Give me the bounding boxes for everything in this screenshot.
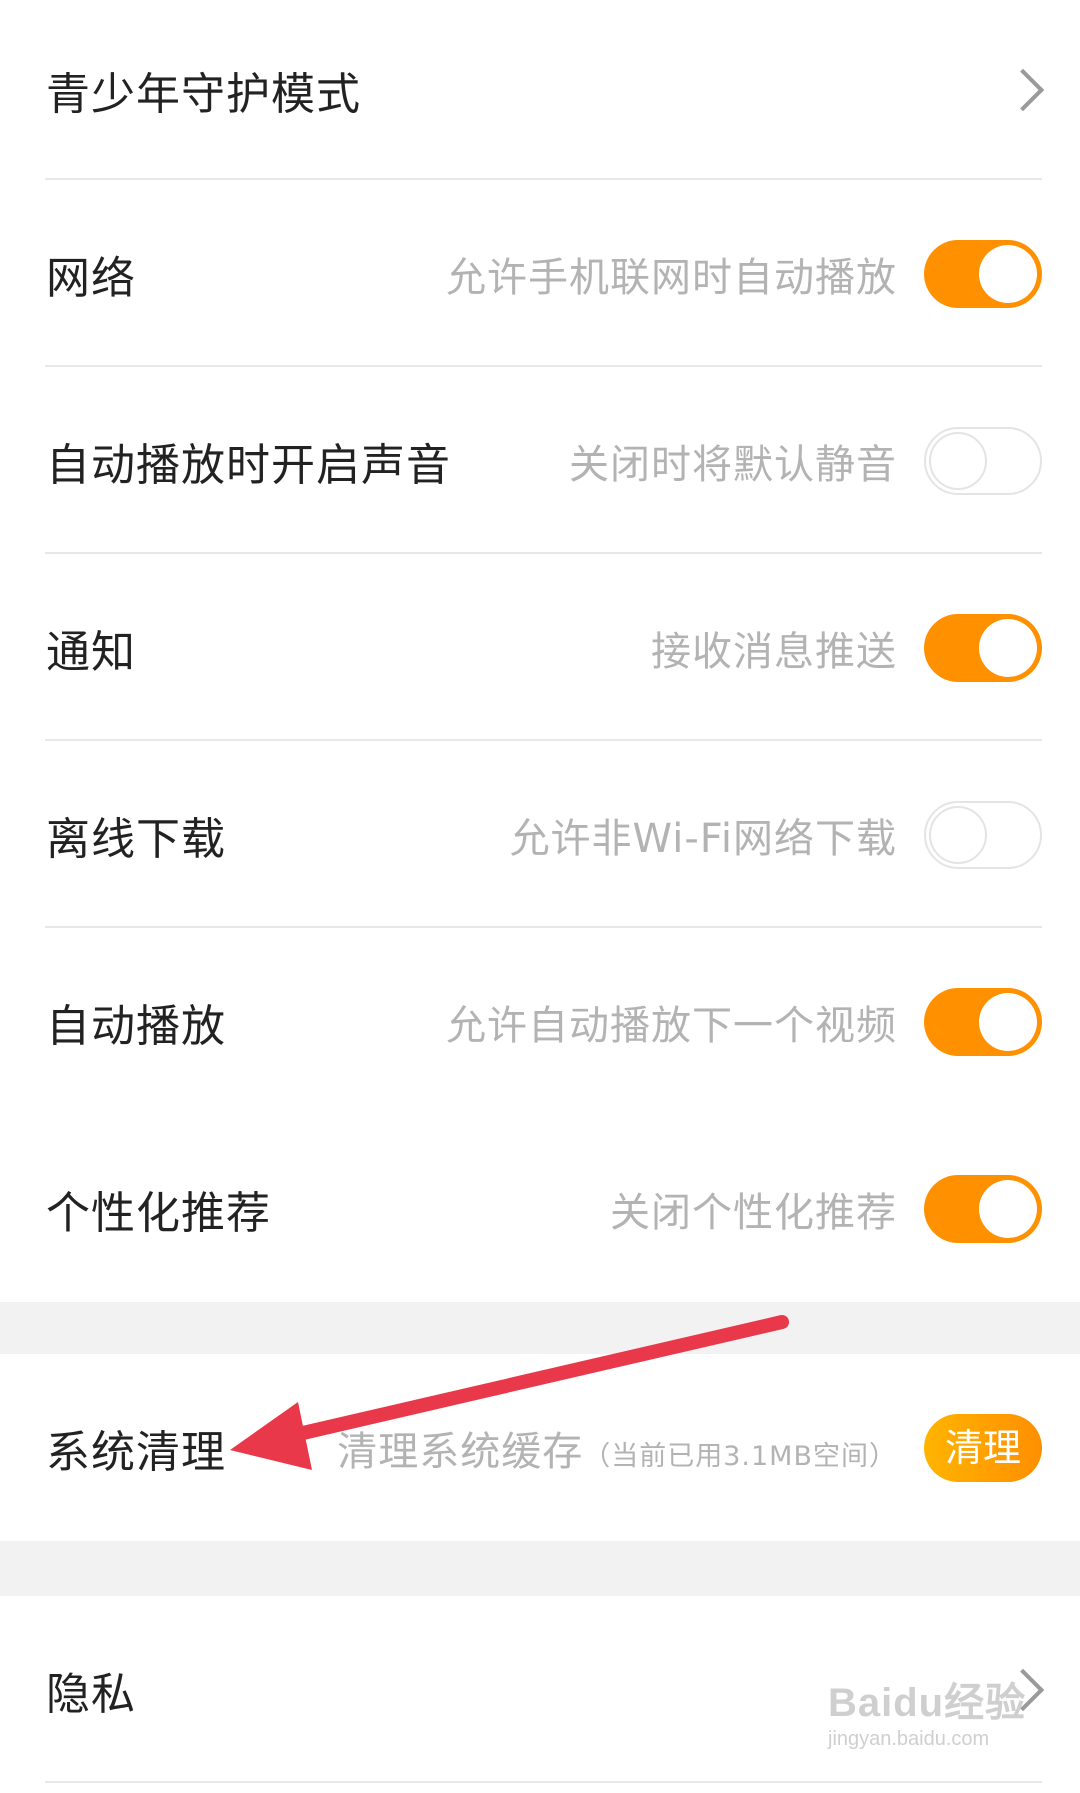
setting-label: 自动播放时开启声音 [46, 439, 451, 491]
setting-label: 网络 [46, 252, 136, 304]
setting-row-teen-mode[interactable]: 青少年守护模式 [0, 0, 1080, 180]
watermark-logo-text: Baidu经验 [828, 1681, 1027, 1725]
toggle-knob [929, 805, 987, 864]
setting-row-autoplay: 自动播放 允许自动播放下一个视频 [0, 928, 1080, 1115]
baidu-watermark: Baidu经验 jingyan.baidu.com [828, 1670, 1028, 1751]
setting-description: 允许自动播放下一个视频 [446, 1002, 897, 1049]
network-autoplay-toggle[interactable] [924, 239, 1042, 308]
personalized-recommend-toggle[interactable] [924, 1174, 1042, 1243]
row-divider [45, 1781, 1042, 1783]
setting-row-notification: 通知 接收消息推送 [0, 554, 1080, 741]
section-gap [0, 1541, 1080, 1596]
setting-label: 自动播放 [46, 1000, 226, 1052]
toggle-knob [979, 992, 1037, 1051]
setting-description: 允许非Wi-Fi网络下载 [509, 815, 897, 862]
settings-screen: 青少年守护模式 网络 允许手机联网时自动播放 自动播放时开启声音 关闭时将默认静… [0, 0, 1080, 1793]
clean-description: 清理系统缓存 [337, 1428, 584, 1475]
autoplay-next-toggle[interactable] [924, 987, 1042, 1056]
setting-row-autoplay-sound: 自动播放时开启声音 关闭时将默认静音 [0, 367, 1080, 554]
setting-label: 青少年守护模式 [46, 69, 361, 120]
toggle-knob [979, 244, 1037, 303]
setting-label: 个性化推荐 [46, 1187, 271, 1239]
setting-label: 通知 [46, 626, 136, 678]
setting-description: 允许手机联网时自动播放 [446, 254, 897, 301]
setting-row-offline-download: 离线下载 允许非Wi-Fi网络下载 [0, 741, 1080, 928]
setting-description: 关闭个性化推荐 [610, 1189, 897, 1236]
toggle-knob [979, 1179, 1037, 1238]
setting-label: 离线下载 [46, 813, 226, 865]
setting-row-system-clean: 系统清理 清理系统缓存（当前已用3.1MB空间） 清理 [0, 1354, 1080, 1541]
notification-toggle[interactable] [924, 613, 1042, 682]
setting-description: 关闭时将默认静音 [569, 441, 897, 488]
section-gap [0, 1302, 1080, 1354]
offline-download-toggle[interactable] [924, 800, 1042, 869]
setting-label: 系统清理 [46, 1426, 226, 1478]
setting-row-personalized: 个性化推荐 关闭个性化推荐 [0, 1115, 1080, 1302]
autoplay-sound-toggle[interactable] [924, 426, 1042, 495]
setting-description: 接收消息推送 [651, 628, 897, 675]
clean-cache-button[interactable]: 清理 [924, 1413, 1042, 1482]
chevron-right-icon [1001, 68, 1045, 112]
toggle-knob [979, 618, 1037, 677]
toggle-knob [929, 431, 987, 490]
setting-description: 清理系统缓存（当前已用3.1MB空间） [337, 1419, 897, 1477]
setting-label: 隐私 [46, 1668, 136, 1720]
watermark-url: jingyan.baidu.com [828, 1728, 990, 1750]
setting-row-network: 网络 允许手机联网时自动播放 [0, 180, 1080, 367]
cache-usage: （当前已用3.1MB空间） [583, 1440, 897, 1472]
